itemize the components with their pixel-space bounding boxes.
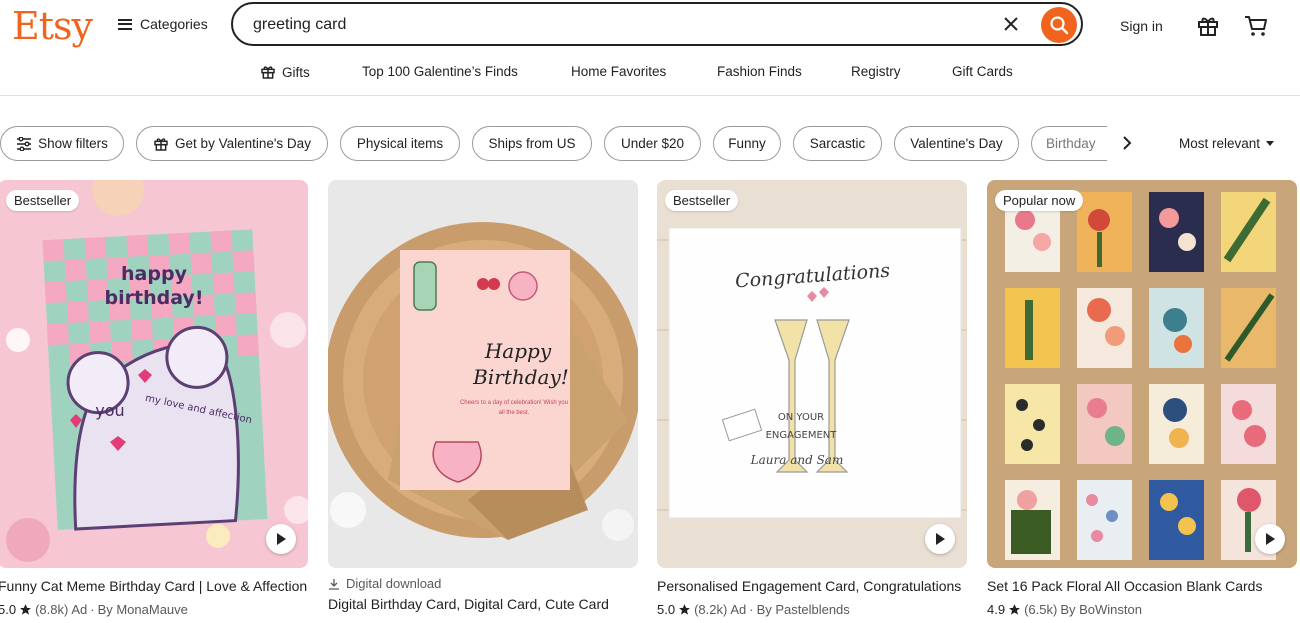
- card-text: Happy: [484, 339, 552, 363]
- rating-value: 5.0: [0, 602, 17, 617]
- shop-name[interactable]: By BoWinston: [1060, 602, 1142, 617]
- listing-title[interactable]: Funny Cat Meme Birthday Card | Love & Af…: [0, 578, 308, 594]
- categories-label: Categories: [140, 16, 208, 32]
- listing-card[interactable]: Popular now Set 16 Pack Floral All Occas…: [987, 180, 1297, 617]
- chip-funny[interactable]: Funny: [713, 126, 781, 161]
- header-divider: [0, 95, 1300, 96]
- listing-title[interactable]: Digital Birthday Card, Digital Card, Cut…: [328, 596, 638, 612]
- play-icon: [277, 533, 286, 545]
- clear-search-icon[interactable]: [1001, 14, 1021, 34]
- review-count: (8.8k): [35, 602, 69, 617]
- card-text: happy: [121, 263, 188, 285]
- sign-in-link[interactable]: Sign in: [1120, 18, 1163, 34]
- download-icon: [329, 578, 339, 590]
- popular-now-badge: Popular now: [995, 190, 1084, 211]
- rating-value: 5.0: [657, 602, 676, 617]
- search-input[interactable]: [251, 13, 995, 37]
- digital-download-label: Digital download: [328, 576, 441, 591]
- card-text: Cheers to a day of celebration! Wish you…: [459, 400, 569, 416]
- chip-under-20[interactable]: Under $20: [604, 126, 701, 161]
- play-video-button[interactable]: [266, 524, 296, 554]
- card-text: ENGAGEMENT: [766, 430, 838, 441]
- listing-image[interactable]: happy birthday! you my love and affectio…: [0, 180, 308, 568]
- separator: ·: [90, 602, 95, 617]
- play-video-button[interactable]: [1255, 524, 1285, 554]
- play-video-button[interactable]: [925, 524, 955, 554]
- search-button[interactable]: [1041, 7, 1077, 43]
- listing-meta: 5.0 (8.8k) Ad · By MonaMauve: [0, 602, 188, 617]
- star-icon: [679, 604, 690, 615]
- show-filters-label: Show filters: [38, 136, 108, 151]
- gift-icon: [261, 66, 275, 79]
- listing-card[interactable]: Congratulations ON YOUR ENGAGEMENT Laura…: [657, 180, 967, 617]
- star-icon: [1009, 604, 1020, 615]
- listing-title[interactable]: Set 16 Pack Floral All Occasion Blank Ca…: [987, 578, 1297, 594]
- menu-icon: [118, 18, 132, 30]
- nav-home-favorites[interactable]: Home Favorites: [571, 64, 666, 79]
- listing-card[interactable]: Happy Birthday! Cheers to a day of celeb…: [328, 180, 638, 612]
- caret-down-icon: [1266, 140, 1275, 146]
- cart-icon[interactable]: [1243, 14, 1269, 43]
- play-icon: [936, 533, 945, 545]
- ad-label: Ad: [71, 602, 88, 617]
- nav-gifts[interactable]: Gifts: [260, 64, 310, 80]
- bestseller-badge: Bestseller: [6, 190, 80, 211]
- search-bar: [231, 2, 1083, 46]
- chip-valentines-delivery[interactable]: Get by Valentine's Day: [136, 126, 328, 161]
- download-text: Digital download: [346, 576, 442, 591]
- nav-registry[interactable]: Registry: [851, 64, 901, 79]
- chip-birthday[interactable]: Birthday: [1031, 126, 1107, 161]
- review-count: (8.2k): [694, 602, 728, 617]
- chip-valentines-day[interactable]: Valentine's Day: [894, 126, 1019, 161]
- listing-card[interactable]: happy birthday! you my love and affectio…: [0, 180, 308, 617]
- nav-fashion-finds[interactable]: Fashion Finds: [717, 64, 802, 79]
- listing-image[interactable]: Popular now: [987, 180, 1297, 568]
- nav-galentines[interactable]: Top 100 Galentine’s Finds: [362, 64, 518, 79]
- ad-label: Ad: [730, 602, 747, 617]
- sort-label: Most relevant: [1179, 136, 1261, 151]
- listing-title[interactable]: Personalised Engagement Card, Congratula…: [657, 578, 967, 594]
- nav-gifts-label: Gifts: [282, 64, 310, 80]
- shop-name[interactable]: By Pastelblends: [757, 602, 850, 617]
- gift-icon[interactable]: [1196, 14, 1220, 43]
- etsy-logo[interactable]: Etsy: [12, 4, 93, 48]
- separator: ·: [749, 602, 754, 617]
- review-count: (6.5k): [1024, 602, 1058, 617]
- chevron-right-icon[interactable]: [1120, 134, 1134, 157]
- star-icon: [20, 604, 31, 615]
- card-text: Birthday!: [472, 365, 569, 389]
- play-icon: [1266, 533, 1275, 545]
- listing-meta: 5.0 (8.2k) Ad · By Pastelblends: [657, 602, 850, 617]
- top-nav: Gifts Top 100 Galentine’s Finds Home Fav…: [0, 60, 1300, 84]
- categories-button[interactable]: Categories: [118, 16, 208, 32]
- show-filters-button[interactable]: Show filters: [0, 126, 124, 161]
- card-text: you: [95, 401, 124, 420]
- shop-name[interactable]: By MonaMauve: [98, 602, 188, 617]
- nav-gift-cards[interactable]: Gift Cards: [952, 64, 1013, 79]
- listing-image[interactable]: Congratulations ON YOUR ENGAGEMENT Laura…: [657, 180, 967, 568]
- listing-meta: 4.9 (6.5k) By BoWinston: [987, 602, 1142, 617]
- chip-physical-items[interactable]: Physical items: [340, 126, 460, 161]
- card-text: ON YOUR: [778, 412, 824, 423]
- sort-dropdown[interactable]: Most relevant: [1179, 136, 1275, 151]
- chip-sarcastic[interactable]: Sarcastic: [793, 126, 882, 161]
- card-text: birthday!: [105, 287, 204, 309]
- card-text: Laura and Sam: [750, 453, 844, 467]
- search-icon: [1050, 16, 1069, 35]
- listing-image[interactable]: Happy Birthday! Cheers to a day of celeb…: [328, 180, 638, 568]
- filters-icon: [17, 136, 32, 151]
- gift-icon: [154, 137, 168, 151]
- bestseller-badge: Bestseller: [665, 190, 739, 211]
- chip-ships-from-us[interactable]: Ships from US: [472, 126, 592, 161]
- rating-value: 4.9: [987, 602, 1006, 617]
- chip-label: Get by Valentine's Day: [175, 136, 311, 151]
